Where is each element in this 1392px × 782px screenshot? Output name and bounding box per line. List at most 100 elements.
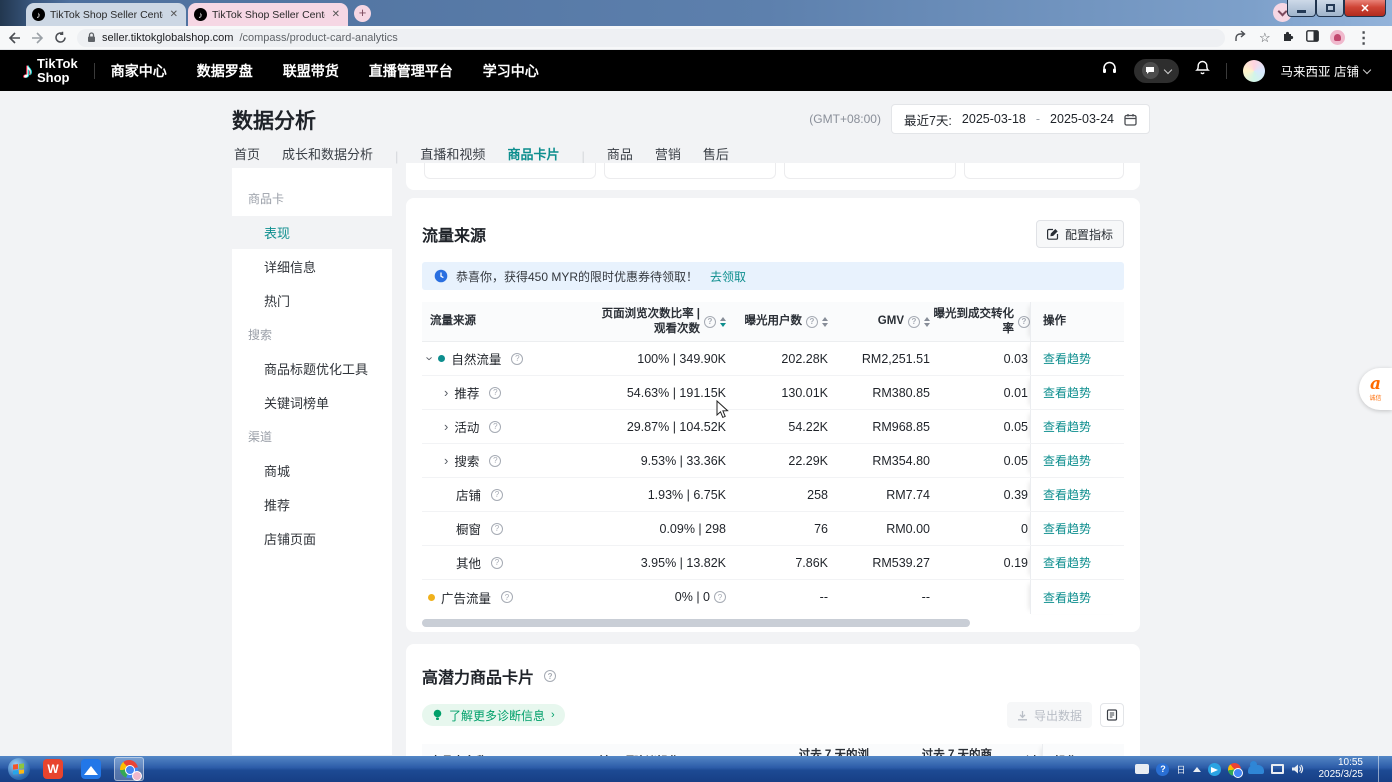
tray-network-icon[interactable] bbox=[1271, 764, 1284, 774]
sidebar-item-关键词榜单[interactable]: 关键词榜单 bbox=[232, 386, 392, 419]
start-button[interactable] bbox=[8, 758, 30, 780]
sidebar-item-详细信息[interactable]: 详细信息 bbox=[232, 250, 392, 283]
show-desktop-button[interactable] bbox=[1378, 756, 1386, 782]
chevron-expanded-icon[interactable]: › bbox=[424, 356, 437, 360]
taskbar-wps-icon[interactable]: W bbox=[38, 757, 68, 781]
tray-keyboard-icon[interactable] bbox=[1135, 764, 1149, 774]
floating-promo-badge[interactable]: a 诚信 bbox=[1359, 368, 1392, 410]
sidebar-item-热门[interactable]: 热门 bbox=[232, 284, 392, 317]
sidebar-item-商城[interactable]: 商城 bbox=[232, 454, 392, 487]
back-icon[interactable] bbox=[8, 32, 21, 44]
view-trend-link[interactable]: 查看趋势 bbox=[1043, 486, 1091, 503]
sidebar-item-店铺页面[interactable]: 店铺页面 bbox=[232, 522, 392, 555]
bookmark-star-icon[interactable]: ☆ bbox=[1259, 30, 1271, 46]
taskbar-chrome-icon[interactable] bbox=[114, 757, 144, 781]
window-maximize-button[interactable] bbox=[1316, 0, 1344, 17]
traffic-source-cell[interactable]: 其他 bbox=[422, 546, 564, 579]
traffic-source-cell[interactable]: 店铺 bbox=[422, 478, 564, 511]
column-header-0[interactable]: 流量来源 bbox=[422, 302, 564, 341]
taskbar-mountain-app-icon[interactable] bbox=[76, 757, 106, 781]
topnav-item-0[interactable]: 商家中心 bbox=[111, 61, 167, 81]
chevron-collapsed-icon[interactable]: › bbox=[444, 386, 448, 399]
tray-show-hidden-icon[interactable] bbox=[1193, 767, 1201, 772]
column-header-2[interactable]: 曝光用户数 bbox=[726, 302, 828, 341]
column-header-5[interactable]: 操作 bbox=[1030, 302, 1124, 341]
window-close-button[interactable]: ✕ bbox=[1344, 0, 1386, 17]
tray-help-icon[interactable]: ? bbox=[1156, 763, 1169, 776]
topnav-item-2[interactable]: 联盟带货 bbox=[283, 61, 339, 81]
tray-ime-icon[interactable]: 日 bbox=[1176, 763, 1185, 776]
new-tab-button[interactable]: + bbox=[354, 5, 371, 22]
chat-dropdown[interactable] bbox=[1134, 59, 1179, 83]
forward-icon[interactable] bbox=[31, 32, 44, 44]
traffic-source-cell[interactable]: ›推荐 bbox=[422, 376, 564, 409]
view-trend-link[interactable]: 查看趋势 bbox=[1043, 520, 1091, 537]
notifications-bell-icon[interactable] bbox=[1195, 60, 1210, 81]
topnav-item-3[interactable]: 直播管理平台 bbox=[369, 61, 453, 81]
menu-dots-icon[interactable]: ⋮ bbox=[1356, 28, 1372, 48]
reload-icon[interactable] bbox=[54, 31, 67, 44]
tab-成长和数据分析[interactable]: 成长和数据分析 bbox=[282, 144, 373, 169]
info-icon[interactable] bbox=[491, 489, 503, 501]
side-panel-icon[interactable] bbox=[1306, 29, 1319, 47]
sidebar-item-商品标题优化工具[interactable]: 商品标题优化工具 bbox=[232, 352, 392, 385]
support-headset-icon[interactable] bbox=[1101, 60, 1118, 81]
browser-profile-avatar[interactable] bbox=[1330, 30, 1345, 45]
tab-close-icon[interactable]: ✕ bbox=[330, 9, 342, 20]
sidebar-item-推荐[interactable]: 推荐 bbox=[232, 488, 392, 521]
view-trend-link[interactable]: 查看趋势 bbox=[1043, 589, 1091, 606]
share-icon[interactable] bbox=[1235, 29, 1248, 47]
column-header-1[interactable]: 页面浏览次数比率 | 观看次数 bbox=[564, 302, 726, 341]
view-trend-link[interactable]: 查看趋势 bbox=[1043, 554, 1091, 571]
claim-coupon-link[interactable]: 去领取 bbox=[710, 268, 746, 285]
chevron-collapsed-icon[interactable]: › bbox=[444, 454, 448, 467]
info-icon[interactable] bbox=[704, 316, 716, 328]
report-list-icon-button[interactable] bbox=[1100, 703, 1124, 727]
column-header-3[interactable]: GMV bbox=[828, 302, 930, 341]
tab-首页[interactable]: 首页 bbox=[234, 144, 260, 169]
tray-telegram-icon[interactable] bbox=[1208, 763, 1221, 776]
traffic-source-cell[interactable]: ›活动 bbox=[422, 410, 564, 443]
store-switcher[interactable]: 马来西亚 店铺 bbox=[1281, 61, 1370, 80]
extensions-puzzle-icon[interactable] bbox=[1282, 29, 1295, 47]
view-trend-link[interactable]: 查看趋势 bbox=[1043, 418, 1091, 435]
info-icon[interactable] bbox=[714, 591, 726, 603]
info-icon[interactable] bbox=[908, 316, 920, 328]
tray-volume-icon[interactable] bbox=[1291, 763, 1304, 775]
topnav-item-1[interactable]: 数据罗盘 bbox=[197, 61, 253, 81]
tiktok-shop-logo[interactable]: ♪ TikTokShop bbox=[22, 57, 78, 84]
window-minimize-button[interactable] bbox=[1287, 0, 1316, 17]
traffic-source-cell[interactable]: 橱窗 bbox=[422, 512, 564, 545]
info-icon[interactable] bbox=[806, 316, 818, 328]
info-icon[interactable] bbox=[511, 353, 523, 365]
topnav-item-4[interactable]: 学习中心 bbox=[483, 61, 539, 81]
info-icon[interactable] bbox=[1018, 316, 1030, 328]
info-icon[interactable] bbox=[489, 421, 501, 433]
taskbar-clock[interactable]: 10:55 2025/3/25 bbox=[1311, 757, 1372, 781]
view-trend-link[interactable]: 查看趋势 bbox=[1043, 350, 1091, 367]
traffic-source-cell[interactable]: ›自然流量 bbox=[422, 342, 564, 375]
configure-metrics-button[interactable]: 配置指标 bbox=[1036, 220, 1124, 248]
info-icon[interactable] bbox=[489, 387, 501, 399]
sidebar-item-表现[interactable]: 表现 bbox=[232, 216, 392, 249]
tray-cloud-icon[interactable] bbox=[1248, 765, 1264, 774]
browser-tab-2[interactable]: ♪ TikTok Shop Seller Center | Cr ✕ bbox=[188, 3, 348, 26]
traffic-source-cell[interactable]: ›搜索 bbox=[422, 444, 564, 477]
info-icon[interactable] bbox=[544, 670, 556, 682]
info-icon[interactable] bbox=[491, 523, 503, 535]
view-trend-link[interactable]: 查看趋势 bbox=[1043, 384, 1091, 401]
info-icon[interactable] bbox=[489, 455, 501, 467]
store-avatar[interactable] bbox=[1243, 60, 1265, 82]
horizontal-scrollbar[interactable] bbox=[422, 619, 970, 627]
address-bar[interactable]: seller.tiktokglobalshop.com/compass/prod… bbox=[77, 29, 1225, 47]
export-data-button[interactable]: 导出数据 bbox=[1007, 702, 1092, 728]
diagnostics-link-pill[interactable]: 了解更多诊断信息 › bbox=[422, 704, 565, 726]
info-icon[interactable] bbox=[491, 557, 503, 569]
browser-tab-1[interactable]: ♪ TikTok Shop Seller Center | Cr ✕ bbox=[26, 3, 186, 26]
traffic-source-cell[interactable]: 广告流量 bbox=[422, 580, 564, 614]
column-header-4[interactable]: 曝光到成交转化率 bbox=[930, 302, 1030, 341]
tab-close-icon[interactable]: ✕ bbox=[168, 9, 180, 20]
tray-chrome-icon[interactable] bbox=[1228, 763, 1241, 776]
date-range-picker[interactable]: 最近7天: 2025-03-18 - 2025-03-24 bbox=[891, 104, 1150, 134]
view-trend-link[interactable]: 查看趋势 bbox=[1043, 452, 1091, 469]
